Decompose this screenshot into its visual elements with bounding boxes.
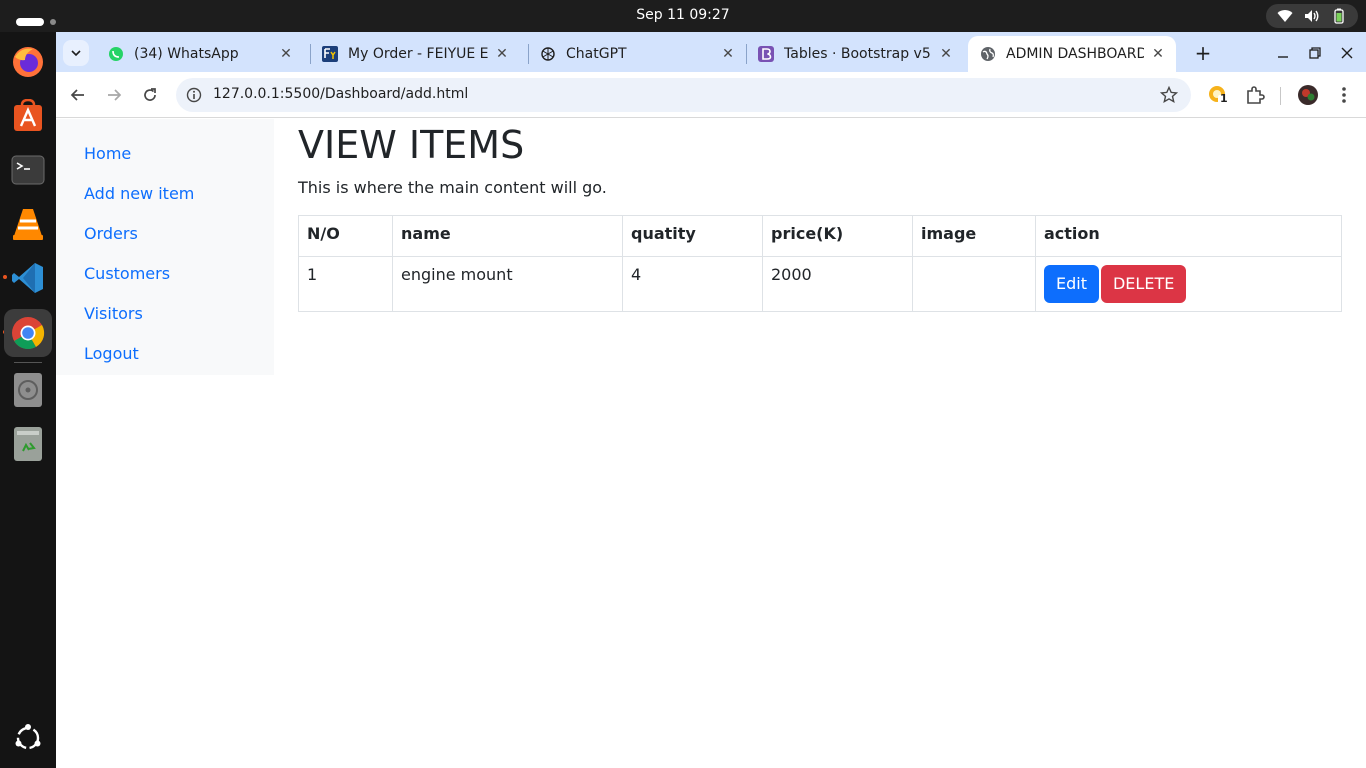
close-icon[interactable]: ✕ (1150, 46, 1166, 62)
edit-button[interactable]: Edit (1044, 265, 1099, 303)
tab-title: (34) WhatsApp (134, 46, 239, 62)
column-header-name: name (392, 215, 623, 257)
page-subtitle: This is where the main content will go. (298, 178, 607, 197)
chatgpt-icon (540, 46, 556, 62)
vscode-running-indicator (3, 275, 7, 279)
sidebar-item-add-new-item[interactable]: Add new item (84, 179, 274, 219)
column-header-quantity: quatity (622, 215, 763, 257)
back-button[interactable] (64, 81, 92, 109)
column-header-action: action (1035, 215, 1342, 257)
vlc-icon[interactable] (8, 204, 48, 244)
tab-admin-dashboard[interactable]: ADMIN DASHBOARD ✕ (968, 36, 1176, 72)
vscode-icon[interactable] (8, 258, 48, 298)
bookmark-star-icon[interactable] (1159, 85, 1179, 105)
dock-separator (14, 362, 42, 363)
extension-badge-count: 1 (1220, 92, 1228, 105)
toolbar-separator (1280, 87, 1281, 105)
tab-title: My Order - FEIYUE EXPRESS (348, 46, 488, 62)
tab-bootstrap[interactable]: Tables · Bootstrap v5.3 ✕ (746, 36, 964, 72)
tab-search-button[interactable] (63, 40, 89, 66)
volume-icon (1304, 9, 1320, 23)
system-top-bar: Sep 11 09:27 (0, 0, 1366, 32)
page-viewport: Home Add new item Orders Customers Visit… (56, 119, 1366, 768)
system-clock[interactable]: Sep 11 09:27 (0, 7, 1366, 23)
tab-title: ChatGPT (566, 46, 627, 62)
application-dock (0, 32, 56, 768)
column-header-no: N/O (298, 215, 393, 257)
whatsapp-icon (108, 46, 124, 62)
wifi-icon (1277, 9, 1293, 23)
sidebar-item-visitors[interactable]: Visitors (84, 299, 274, 339)
restore-button[interactable] (1302, 40, 1328, 66)
url-text[interactable]: 127.0.0.1:5500/Dashboard/add.html (213, 86, 468, 102)
page-title: VIEW ITEMS (298, 123, 525, 167)
tab-feiyue[interactable]: My Order - FEIYUE EXPRESS ✕ (310, 36, 520, 72)
sidebar-item-orders[interactable]: Orders (84, 219, 274, 259)
cell-name: engine mount (392, 256, 623, 312)
sidebar-item-customers[interactable]: Customers (84, 259, 274, 299)
close-icon[interactable]: ✕ (278, 46, 294, 62)
tab-whatsapp[interactable]: (34) WhatsApp ✕ (96, 36, 304, 72)
cell-quantity: 4 (622, 256, 763, 312)
bootstrap-icon (758, 46, 774, 62)
sidebar: Home Add new item Orders Customers Visit… (56, 119, 274, 375)
feiyue-icon (322, 46, 338, 62)
browser-tab-strip: (34) WhatsApp ✕ My Order - FEIYUE EXPRES… (56, 32, 1366, 72)
tab-chatgpt[interactable]: ChatGPT ✕ (528, 36, 746, 72)
cell-action: Edit DELETE (1035, 256, 1342, 312)
close-icon[interactable]: ✕ (720, 46, 736, 62)
minimize-button[interactable] (1270, 40, 1296, 66)
delete-button[interactable]: DELETE (1100, 265, 1187, 303)
cell-image (912, 256, 1036, 312)
table-row: 1 engine mount 4 2000 Edit DELETE (298, 256, 1342, 312)
table-header-row: N/O name quatity price(K) image action (298, 215, 1342, 257)
globe-icon (980, 46, 996, 62)
system-tray[interactable] (1266, 4, 1358, 28)
browser-toolbar: 127.0.0.1:5500/Dashboard/add.html 1 (56, 72, 1366, 118)
tab-title: Tables · Bootstrap v5.3 (784, 46, 932, 62)
close-icon[interactable]: ✕ (494, 46, 510, 62)
forward-button[interactable] (100, 81, 128, 109)
extension-badge-icon[interactable]: 1 (1206, 83, 1230, 107)
firefox-icon[interactable] (8, 42, 48, 82)
battery-icon (1331, 8, 1347, 24)
close-window-button[interactable] (1334, 40, 1360, 66)
column-header-price: price(K) (762, 215, 913, 257)
show-apps-icon[interactable] (8, 718, 48, 758)
app-center-icon[interactable] (8, 96, 48, 136)
tab-title: ADMIN DASHBOARD (1006, 46, 1144, 62)
terminal-icon[interactable] (8, 150, 48, 190)
cell-no: 1 (298, 256, 393, 312)
column-header-image: image (912, 215, 1036, 257)
address-bar[interactable]: 127.0.0.1:5500/Dashboard/add.html (176, 78, 1191, 112)
more-menu-icon[interactable] (1332, 83, 1356, 107)
extensions-puzzle-icon[interactable] (1243, 83, 1267, 107)
close-icon[interactable]: ✕ (938, 46, 954, 62)
cell-price: 2000 (762, 256, 913, 312)
trash-icon[interactable] (8, 424, 48, 464)
new-tab-button[interactable]: + (1190, 40, 1216, 66)
site-info-icon[interactable] (184, 85, 204, 105)
chrome-icon[interactable] (4, 309, 52, 357)
reload-button[interactable] (136, 81, 164, 109)
disk-icon[interactable] (8, 370, 48, 410)
sidebar-item-home[interactable]: Home (84, 139, 274, 179)
sidebar-item-logout[interactable]: Logout (84, 339, 274, 379)
profile-avatar[interactable] (1296, 83, 1320, 107)
items-table: N/O name quatity price(K) image action 1… (298, 215, 1342, 312)
main-content: VIEW ITEMS This is where the main conten… (298, 119, 1342, 312)
